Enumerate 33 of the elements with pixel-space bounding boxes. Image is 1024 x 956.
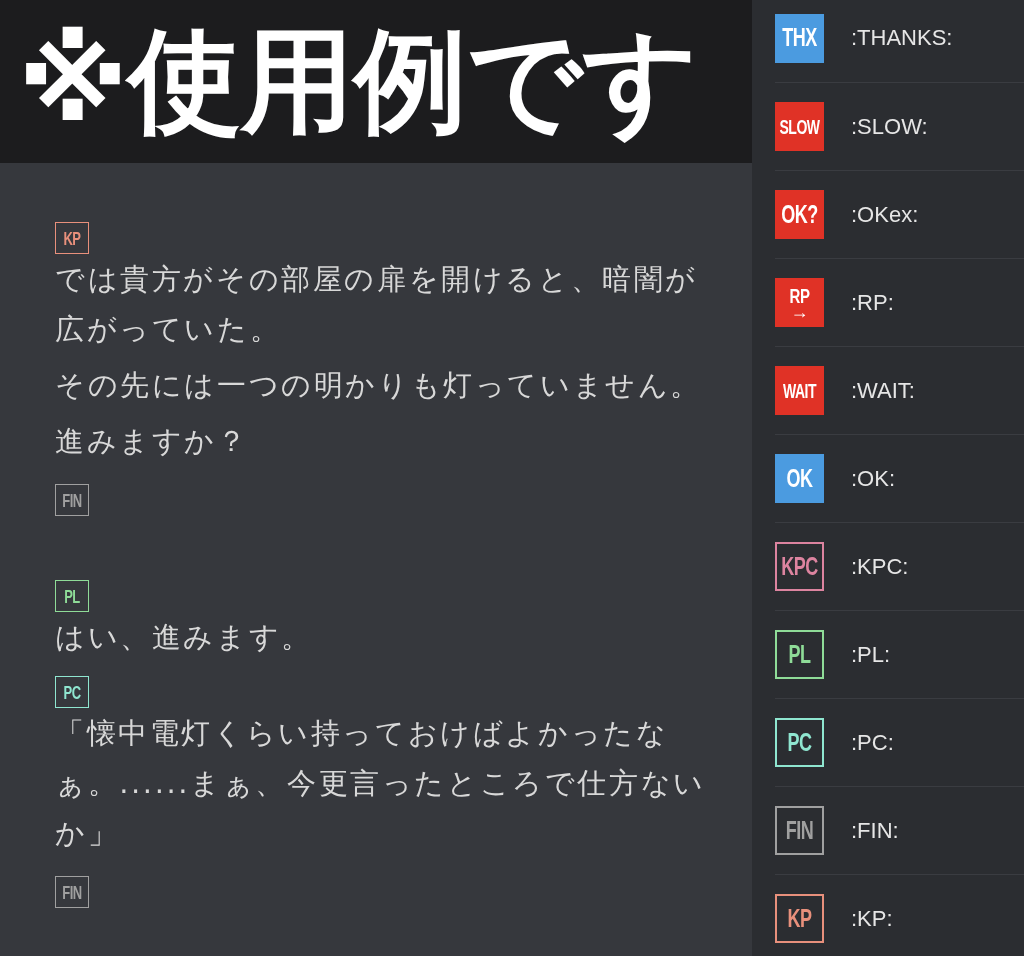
emoji-name: :PL: xyxy=(851,641,891,668)
message-text: では貴方がその部屋の扉を開けると、暗闇が広がっていた。 xyxy=(55,261,699,348)
message-text: 「懐中電灯くらい持っておけばよかったなぁ。......まぁ、今更言ったところで仕方ないか」 xyxy=(55,715,707,852)
custom-emoji: KP xyxy=(775,894,824,943)
custom-emoji: WAIT xyxy=(775,366,824,415)
custom-emoji: SLOW xyxy=(775,102,824,151)
custom-emoji: KPC xyxy=(775,542,824,591)
custom-emoji: PL xyxy=(775,630,824,679)
emoji-name: :KP: xyxy=(851,905,893,932)
emoji-name: :OK: xyxy=(851,465,895,492)
message-text: 進みますか？ xyxy=(55,423,250,460)
emoji-name: :THANKS: xyxy=(851,25,953,51)
message-text: はい、進みます。 xyxy=(55,619,314,656)
emoji-tag: KP xyxy=(55,222,89,254)
custom-emoji: OK xyxy=(775,454,824,503)
custom-emoji: THX xyxy=(775,13,824,63)
emoji-name: :OKex: xyxy=(851,201,919,228)
custom-emoji: PC xyxy=(775,718,824,767)
banner-title: ※使用例です xyxy=(18,13,699,149)
emoji-tag: PL xyxy=(55,580,89,612)
emoji-tag: PC xyxy=(55,676,89,708)
emoji-tag: FIN xyxy=(55,876,89,908)
emoji-name: :PC: xyxy=(851,729,894,756)
emoji-name: :SLOW: xyxy=(851,113,928,140)
message-text: その先には一つの明かりも灯っていません。 xyxy=(55,367,703,404)
emoji-name: :WAIT: xyxy=(851,377,915,404)
emoji-name: :RP: xyxy=(851,289,894,316)
emoji-name: :FIN: xyxy=(851,817,899,844)
custom-emoji: OK? xyxy=(775,190,824,239)
custom-emoji: FIN xyxy=(775,806,824,855)
emoji-name: :KPC: xyxy=(851,553,909,580)
custom-emoji: RP → xyxy=(775,278,824,327)
emoji-tag: FIN xyxy=(55,484,89,516)
